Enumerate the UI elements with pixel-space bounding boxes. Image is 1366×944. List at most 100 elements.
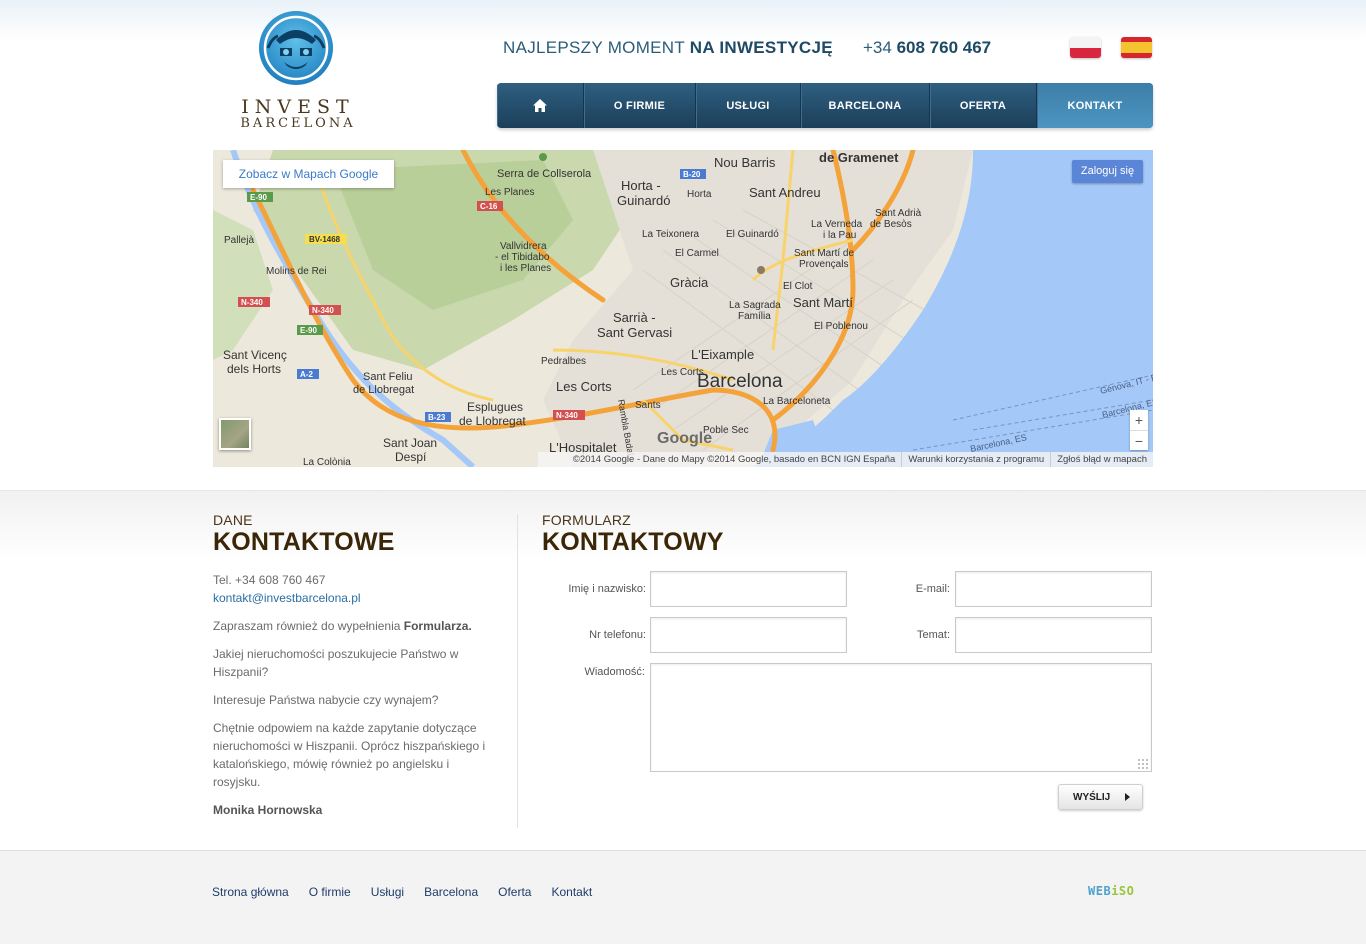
map-label-nou-barris: Nou Barris xyxy=(714,155,776,170)
map-attribution-bar: ©2014 Google - Dane do Mapy ©2014 Google… xyxy=(538,452,1153,467)
contact-paragraph-4: Chętnie odpowiem na każde zapytanie doty… xyxy=(213,721,486,789)
polish-flag-icon[interactable] xyxy=(1070,37,1101,58)
map-report-link[interactable]: Zgłoś błąd w mapach xyxy=(1050,452,1153,467)
map-label-sant-marti: Sant Martí xyxy=(793,295,853,310)
nav-kontakt[interactable]: KONTAKT xyxy=(1037,83,1153,128)
textarea-resize-handle[interactable] xyxy=(1137,758,1149,770)
map-label-sant-feliu: Sant Feliu de Llobregat xyxy=(353,371,416,396)
name-input[interactable] xyxy=(650,571,847,607)
map-label-sant-vicenc: Sant Vicenç dels Horts xyxy=(223,348,290,376)
footer-link-uslugi[interactable]: Usługi xyxy=(371,885,404,899)
zoom-in-button[interactable]: + xyxy=(1130,410,1148,430)
shield-e90-b-label: E-90 xyxy=(300,326,317,335)
footer-link-kontakt[interactable]: Kontakt xyxy=(551,885,592,899)
shield-bv1468-label: BV-1468 xyxy=(309,235,341,244)
footer xyxy=(0,850,1366,944)
header-tagline: NAJLEPSZY MOMENT NA INWESTYCJĘ xyxy=(503,38,833,58)
subject-label: Temat: xyxy=(916,629,950,641)
logo-text-invest: INVEST xyxy=(241,96,355,118)
tagline-regular: NAJLEPSZY MOMENT xyxy=(503,38,685,57)
map-label-barcelona: Barcelona xyxy=(697,371,783,392)
map-label-sant-joan-l1: Sant Joan xyxy=(383,436,437,450)
shield-c16-label: C-16 xyxy=(480,202,498,211)
map-label-pedralbes: Pedralbes xyxy=(541,356,586,367)
message-textarea[interactable] xyxy=(650,663,1152,772)
map-label-horta-l2: Guinardó xyxy=(617,193,670,208)
map-label-serra: Serra de Collserola xyxy=(497,168,592,180)
map-label-vallvidrera: Vallvidrera - el Tibidabo i les Planes xyxy=(495,241,552,274)
phone-label: Nr telefonu: xyxy=(589,629,646,641)
footer-link-o-firmie[interactable]: O firmie xyxy=(309,885,351,899)
contact-details: Tel. +34 608 760 467 kontakt@investbarce… xyxy=(213,571,493,607)
map-label-vallvidrera-l3: i les Planes xyxy=(500,263,551,274)
map-label-el-guinardo: El Guinardó xyxy=(726,229,779,240)
zoom-out-button[interactable]: − xyxy=(1130,430,1148,450)
map-canvas[interactable]: Serra de Collserola Nou Barris de Gramen… xyxy=(213,150,1153,467)
map-label-eixample: L'Eixample xyxy=(691,347,754,362)
footer-link-barcelona[interactable]: Barcelona xyxy=(424,885,478,899)
map-label-sant-adria-l2: de Besòs xyxy=(870,219,912,230)
google-map[interactable]: Serra de Collserola Nou Barris de Gramen… xyxy=(213,150,1153,467)
contact-info-heading-small: DANE xyxy=(213,512,253,528)
subject-input[interactable] xyxy=(955,617,1152,653)
logo-text-barcelona: BARCELONA xyxy=(240,116,356,131)
nav-o-firmie[interactable]: O FIRMIE xyxy=(584,83,696,128)
map-label-esplugues-l2: de Llobregat xyxy=(459,414,526,428)
contact-phone: Tel. +34 608 760 467 xyxy=(213,573,326,587)
shield-a2-label: A-2 xyxy=(300,370,313,379)
map-label-sarria-l1: Sarrià - xyxy=(613,310,656,325)
map-label-la-verneda-l2: i la Pau xyxy=(823,230,856,241)
map-label-horta-l1: Horta - xyxy=(621,178,661,193)
spanish-flag-icon[interactable] xyxy=(1121,37,1152,58)
map-label-sant-feliu-l1: Sant Feliu xyxy=(363,371,413,383)
satellite-view-toggle[interactable] xyxy=(219,418,251,450)
map-label-la-verneda-l1: La Verneda xyxy=(811,219,863,230)
send-button[interactable]: WYŚLIJ xyxy=(1058,784,1143,810)
map-copyright: ©2014 Google - Dane do Mapy ©2014 Google… xyxy=(572,454,896,465)
nav-uslugi[interactable]: USŁUGI xyxy=(696,83,801,128)
map-terms-link[interactable]: Warunki korzystania z programu xyxy=(901,452,1050,467)
contact-info-heading: KONTAKTOWE xyxy=(213,528,395,556)
map-label-sant-andreu: Sant Andreu xyxy=(749,185,821,200)
nav-oferta[interactable]: OFERTA xyxy=(930,83,1037,128)
shield-b20-label: B-20 xyxy=(683,170,701,179)
site-logo[interactable]: INVEST BARCELONA xyxy=(228,8,368,132)
map-label-les-planes: Les Planes xyxy=(485,187,534,198)
email-label: E-mail: xyxy=(915,583,950,595)
contact-signature: Monika Hornowska xyxy=(213,801,493,819)
webiso-logo-part1: WEB xyxy=(1088,884,1112,898)
map-label-vallvidrera-l2: - el Tibidabo xyxy=(495,252,550,263)
map-label-sarria-l2: Sant Gervasi xyxy=(597,325,672,340)
contact-paragraph-2: Jakiej nieruchomości poszukujecie Państw… xyxy=(213,647,459,679)
contact-email-link[interactable]: kontakt@investbarcelona.pl xyxy=(213,589,493,607)
form-heading-small: FORMULARZ xyxy=(542,512,631,528)
contact-p1-bold: Formularza. xyxy=(403,619,472,633)
header-phone: +34 608 760 467 xyxy=(863,38,991,58)
map-poi-park-icon xyxy=(539,153,547,161)
column-divider xyxy=(517,514,518,828)
map-label-les-corts: Les Corts xyxy=(556,379,612,394)
webiso-logo[interactable]: WEBiSO xyxy=(1088,884,1134,898)
email-input[interactable] xyxy=(955,571,1152,607)
footer-nav: Strona główna O firmie Usługi Barcelona … xyxy=(212,885,612,899)
home-icon xyxy=(533,99,547,112)
map-label-sant-feliu-l2: de Llobregat xyxy=(353,384,414,396)
map-label-el-poblenou: El Poblenou xyxy=(814,321,868,332)
map-login-button[interactable]: Zaloguj się xyxy=(1072,160,1143,183)
shield-e90-a-label: E-90 xyxy=(250,193,267,202)
map-label-gramenet: de Gramenet xyxy=(819,150,899,165)
name-label: Imię i nazwisko: xyxy=(568,583,646,595)
phone-input[interactable] xyxy=(650,617,847,653)
map-poi-landmark-icon xyxy=(757,266,765,274)
nav-home[interactable] xyxy=(497,83,584,128)
footer-link-oferta[interactable]: Oferta xyxy=(498,885,531,899)
form-heading: KONTAKTOWY xyxy=(542,528,724,556)
map-label-sant-joan-l2: Despí xyxy=(395,450,427,464)
nav-barcelona[interactable]: BARCELONA xyxy=(801,83,930,128)
footer-link-home[interactable]: Strona główna xyxy=(212,885,289,899)
map-label-sant-vicenc-l1: Sant Vicenç xyxy=(223,348,287,362)
open-in-google-maps-link[interactable]: Zobacz w Mapach Google xyxy=(223,160,394,188)
map-label-la-colonia: La Colònia xyxy=(303,457,351,467)
map-label-sagrada-l2: Família xyxy=(738,311,771,322)
phone-prefix: +34 xyxy=(863,38,892,57)
